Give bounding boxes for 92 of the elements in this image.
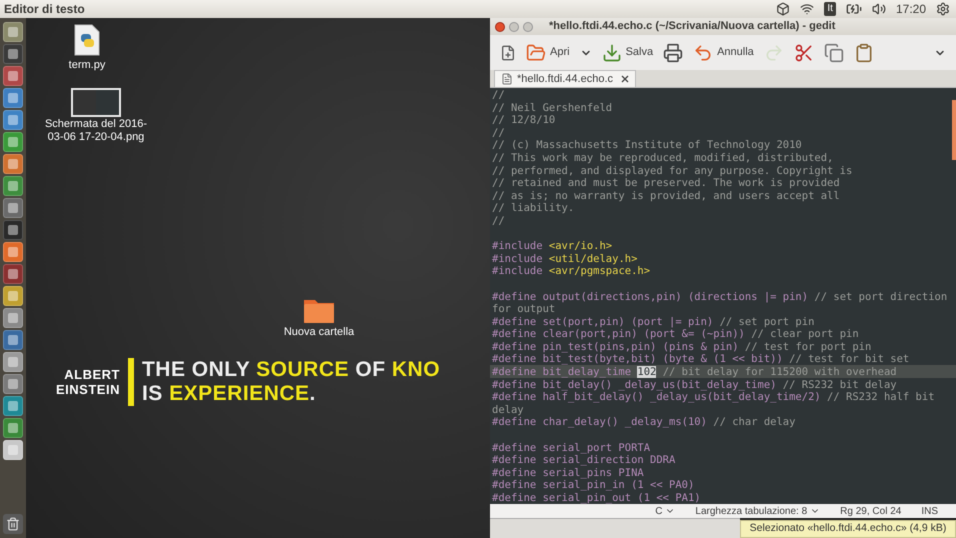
launcher-app-icon[interactable]	[3, 352, 23, 372]
code-line: // Neil Gershenfeld	[491, 100, 614, 114]
code-line: #define serial_pins PINA	[491, 466, 645, 478]
launcher-app-icon[interactable]	[3, 286, 23, 306]
launcher-app-icon[interactable]	[3, 308, 23, 328]
code-line: #define clear(port,pin) (port &= (~pin)) // clear port pin	[491, 328, 860, 340]
code-line: //	[491, 126, 506, 138]
code-line: #define output(directions,pin) (directions |= pin) // set port direction	[491, 290, 948, 302]
box-icon[interactable]	[776, 2, 790, 16]
python-file-icon[interactable]	[74, 24, 100, 56]
quote-line: IS EXPERIENCE.	[142, 382, 317, 406]
keyboard-layout-indicator[interactable]: It	[824, 2, 836, 16]
code-line: #define half_bit_delay() _delay_us(bit_delay_time/2) // RS232 half bit	[491, 390, 936, 403]
launcher-app-icon[interactable]	[3, 132, 23, 152]
code-line: // retained and must be preserved. The work is provided	[491, 176, 841, 189]
window-title: *hello.ftdi.44.echo.c (~/Scrivania/Nuova cartella) - gedit	[549, 19, 836, 34]
open-button[interactable]: Apri	[522, 38, 574, 66]
launcher-app-icon[interactable]	[3, 88, 23, 108]
code-editor[interactable]	[490, 88, 956, 504]
settings-icon[interactable]	[936, 2, 950, 16]
document-tab[interactable]: *hello.ftdi.44.echo.c	[494, 70, 636, 87]
code-line: //	[491, 214, 506, 227]
launcher-app-icon[interactable]	[3, 330, 23, 350]
code-line: #define serial_pin_in (1 << PA0)	[491, 478, 696, 491]
language-selector[interactable]: C	[655, 504, 676, 518]
launcher-app-icon[interactable]	[3, 44, 23, 64]
launcher-app-icon[interactable]	[3, 418, 23, 438]
launcher-app-icon[interactable]	[3, 264, 23, 284]
undo-icon	[693, 42, 714, 62]
launcher-app-icon[interactable]	[3, 374, 23, 394]
code-line: #define pin_test(pins,pin) (pins & pin) // test for port pin	[491, 340, 872, 352]
quote-author: ALBERT	[64, 367, 120, 382]
folder-icon	[526, 42, 546, 62]
document-icon	[501, 73, 513, 85]
close-button[interactable]	[495, 22, 505, 32]
volume-icon[interactable]	[872, 2, 886, 16]
redo-icon	[764, 42, 784, 62]
code-line: #include <avr/io.h>	[491, 239, 614, 252]
quote-line: THE ONLY SOURCE OF KNO	[142, 358, 440, 382]
new-document-icon	[500, 44, 516, 60]
scissors-icon	[794, 42, 814, 62]
code-line: #include <util/delay.h>	[491, 252, 638, 264]
tooltip: Selezionato «hello.ftdi.44.echo.c» (4,9 kB)	[740, 520, 956, 538]
code-line: #include <avr/pgmspace.h>	[491, 264, 652, 277]
insert-mode: INS	[921, 504, 938, 518]
code-line: // as is; no warranty is provided, and users accept all	[491, 188, 841, 202]
file-label: term.py	[68, 58, 106, 73]
code-line: #define bit_delay() _delay_us(bit_delay_time) // RS232 bit delay	[491, 378, 898, 390]
code-line: // 12/8/10	[491, 113, 556, 126]
launcher-app-icon[interactable]	[3, 440, 23, 460]
launcher-app-icon[interactable]	[3, 66, 23, 86]
launcher-app-icon[interactable]	[3, 22, 23, 42]
code-line: //	[491, 88, 506, 101]
code-line: // liability.	[491, 202, 576, 214]
code-line: #define set(port,pin) (port |= pin) // set port pin	[491, 314, 816, 328]
app-title: Editor di testo	[4, 1, 85, 18]
code-line: #define bit_test(byte,bit) (byte & (1 << bit)) // test for bit set	[491, 352, 910, 366]
code-line: #define serial_port PORTA	[491, 440, 652, 454]
trash-icon[interactable]	[3, 514, 23, 534]
close-tab-icon[interactable]	[621, 75, 630, 83]
scrollbar-thumb[interactable]	[952, 100, 956, 160]
launcher-app-icon[interactable]	[3, 154, 23, 174]
launcher-app-icon[interactable]	[3, 110, 23, 130]
copy-icon	[824, 42, 844, 62]
code-line: // This work may be reproduced, modified, distributed,	[491, 150, 834, 164]
clipboard-icon	[854, 42, 874, 62]
tab-width-selector[interactable]: Larghezza tabulazione: 8	[695, 504, 820, 518]
code-line: // (c) Massachusetts Institute of Technology 2010	[491, 138, 803, 151]
save-icon	[602, 42, 622, 62]
cursor-position: Rg 29, Col 24	[840, 504, 902, 518]
printer-icon	[663, 42, 684, 62]
folder-label: Nuova cartella	[284, 325, 354, 340]
code-line: #define serial_direction DDRA	[491, 454, 676, 466]
save-button[interactable]: Salva	[598, 38, 658, 66]
code-line: #define char_delay() _delay_ms(10) // char delay	[491, 416, 796, 428]
launcher-app-icon[interactable]	[3, 220, 23, 240]
launcher-app-icon[interactable]	[3, 198, 23, 218]
minimize-button[interactable]	[509, 22, 519, 32]
maximize-button[interactable]	[523, 22, 533, 32]
launcher-app-icon[interactable]	[3, 242, 23, 262]
launcher-app-icon[interactable]	[3, 396, 23, 416]
launcher-app-icon[interactable]	[3, 176, 23, 196]
code-line: // performed, and displayed for any purpose. Copyright is	[491, 164, 854, 176]
code-line: #define serial_pin_out (1 << PA1)	[491, 491, 702, 504]
quote-author: EINSTEIN	[56, 382, 120, 397]
clock[interactable]: 17:20	[896, 0, 926, 18]
code-line: delay	[491, 402, 525, 416]
wifi-icon[interactable]	[800, 2, 814, 16]
code-line: for output	[491, 302, 556, 315]
screenshot-thumbnail[interactable]	[71, 88, 121, 117]
file-label: Schermata del 2016-03-06 17-20-04.png	[44, 118, 148, 144]
undo-button[interactable]: Annulla	[689, 38, 758, 66]
